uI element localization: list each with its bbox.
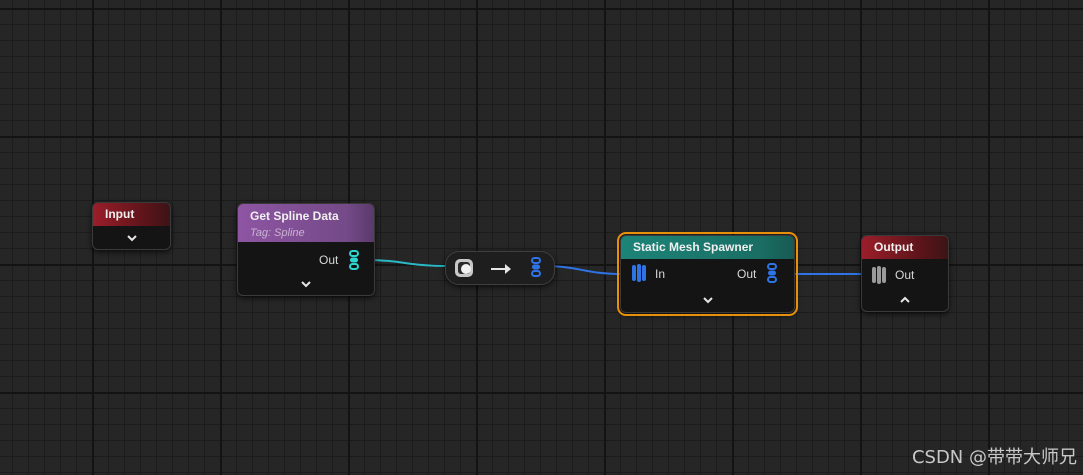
arrow-right-icon <box>490 262 512 280</box>
chevron-down-icon[interactable] <box>701 295 715 305</box>
out-pin-label: Out <box>319 253 339 267</box>
input-node-header[interactable]: Input <box>93 203 170 226</box>
output-node[interactable]: Output Out <box>861 235 949 312</box>
graph-canvas[interactable]: Input Get Spline Data Tag: Spline Out St… <box>0 0 1083 475</box>
static-mesh-spawner-node[interactable]: Static Mesh Spawner In Out <box>617 232 798 316</box>
out-pin-label: Out <box>895 268 915 282</box>
pin-stack-icon[interactable] <box>766 263 778 288</box>
converter-node[interactable] <box>445 251 555 285</box>
out-pin-label: Out <box>737 267 757 281</box>
static-mesh-spawner-header[interactable]: Static Mesh Spawner <box>621 236 794 259</box>
pin-stack-icon[interactable] <box>348 250 360 275</box>
watermark: CSDN @带带大师兄 <box>911 447 1077 468</box>
output-node-header[interactable]: Output <box>862 236 948 259</box>
converter-icon[interactable] <box>454 258 474 283</box>
chevron-down-icon[interactable] <box>125 233 139 243</box>
pin-stack-icon[interactable] <box>530 257 542 282</box>
chevron-up-icon[interactable] <box>898 295 912 305</box>
input-node[interactable]: Input <box>92 202 171 250</box>
pin-stack-icon[interactable] <box>631 263 647 288</box>
chevron-down-icon[interactable] <box>299 279 313 289</box>
node-subtitle: Tag: Spline <box>250 227 305 239</box>
node-title: Get Spline Data <box>250 209 339 223</box>
get-spline-data-header[interactable]: Get Spline Data Tag: Spline <box>238 204 374 242</box>
wire-spline-to-converter <box>362 259 449 267</box>
in-pin-label: In <box>655 267 666 281</box>
pin-stack-icon[interactable] <box>871 265 887 290</box>
get-spline-data-node[interactable]: Get Spline Data Tag: Spline Out <box>237 203 375 296</box>
